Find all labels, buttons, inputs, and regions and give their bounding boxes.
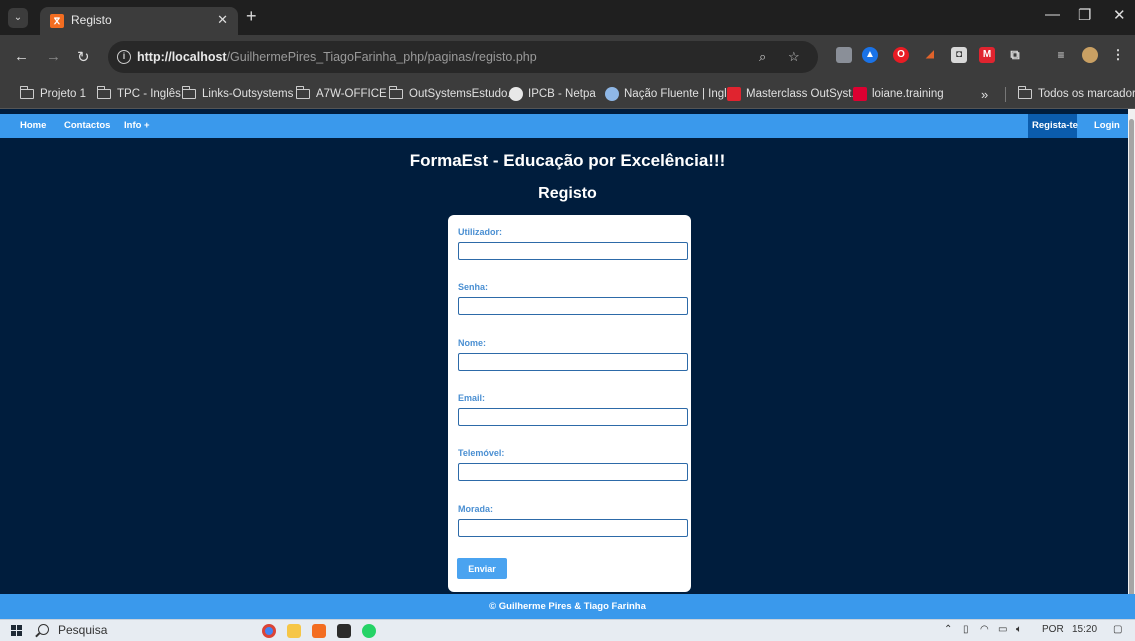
tray-chevron-icon[interactable]: ⌃ [944,624,952,635]
search-icon[interactable] [38,624,49,635]
taskbar-search[interactable]: Pesquisa [58,623,107,637]
folder-icon [1018,86,1032,99]
phone-input[interactable] [458,463,688,481]
extensions-puzzle-icon[interactable]: ⧉ [1007,47,1023,63]
folder-icon [182,86,196,99]
name-label: Nome: [458,338,487,348]
nacao-fluente-icon [605,87,619,101]
registration-form: Utilizador: Senha: Nome: Email: Telemóve… [448,215,691,592]
browser-tab-strip: ⌄ ⴳ Registo ✕ + — ❐ ✕ [0,0,1135,35]
chrome-taskbar-icon[interactable] [262,624,276,638]
bookmark-links-outsystems[interactable]: Links-Outsystems [182,86,293,102]
notifications-icon[interactable]: ▢ [1113,624,1122,635]
bookmarks-bar: Projeto 1 TPC - Inglês Links-Outsystems … [0,79,1135,109]
nav-login-link[interactable]: Login [1094,120,1120,131]
browser-toolbar: ← → ↻ i http://localhost/GuilhermePires_… [0,35,1135,79]
globe-icon [509,87,523,101]
reload-button[interactable]: ↻ [77,48,90,66]
tab-title: Registo [71,13,112,27]
zoom-icon[interactable]: ⌕ [759,49,766,65]
url-text[interactable]: http://localhost/GuilhermePires_TiagoFar… [137,50,537,64]
tab-close-icon[interactable]: ✕ [217,12,228,28]
media-control-icon[interactable]: ≡ [1053,47,1069,63]
folder-icon [20,86,34,99]
angular-icon [853,87,867,101]
new-tab-button[interactable]: + [246,6,257,27]
bookmark-star-icon[interactable]: ☆ [788,49,800,65]
bookmark-loiane-training[interactable]: loiane.training [853,86,944,102]
address-bar[interactable]: i http://localhost/GuilhermePires_TiagoF… [108,41,818,73]
back-button[interactable]: ← [14,48,29,65]
extension-feather-icon[interactable]: ◢ [922,47,938,63]
clock[interactable]: 15:20 [1072,624,1097,635]
submit-button[interactable]: Enviar [457,558,507,579]
page-heading: Registo [538,185,597,202]
battery-icon[interactable]: ▭ [998,624,1007,635]
bookmark-tpc-ingles[interactable]: TPC - Inglês [97,86,181,102]
password-label: Senha: [458,282,489,292]
address-label: Morada: [458,504,494,514]
extension-box-icon[interactable]: ◘ [951,47,967,63]
all-bookmarks-folder[interactable]: Todos os marcadores [1018,86,1135,102]
xampp-favicon-icon: ⴳ [50,14,64,28]
masterclass-icon [727,87,741,101]
profile-avatar[interactable] [1082,47,1098,63]
minimize-button[interactable]: — [1045,6,1060,23]
username-input[interactable] [458,242,688,260]
address-input[interactable] [458,519,688,537]
forward-button[interactable]: → [46,48,61,65]
extension-arrow-icon[interactable]: ▲ [862,47,878,63]
reading-list-icon[interactable] [836,47,852,63]
file-explorer-icon[interactable] [287,624,301,638]
restore-button[interactable]: ❐ [1078,6,1091,24]
volume-icon[interactable]: 🔈︎ [1016,624,1022,635]
nav-registar-link[interactable]: Regista-te [1032,120,1078,131]
terminal-taskbar-icon[interactable] [337,624,351,638]
site-title: FormaEst - Educação por Excelência!!! [409,151,726,170]
tab-search-button[interactable]: ⌄ [8,8,28,28]
close-window-button[interactable]: ✕ [1113,6,1126,24]
phone-label: Telemóvel: [458,448,505,458]
opera-extension-icon[interactable]: O [893,47,909,63]
bookmarks-divider [1005,87,1006,102]
bookmark-projeto-1[interactable]: Projeto 1 [20,86,86,102]
language-indicator[interactable]: POR [1042,624,1064,635]
nav-info-link[interactable]: Info + [124,120,150,131]
whatsapp-taskbar-icon[interactable] [362,624,376,638]
site-footer: © Guilherme Pires & Tiago Farinha [0,594,1135,619]
bookmarks-overflow-button[interactable]: » [981,86,988,102]
folder-icon [296,86,310,99]
folder-icon [97,86,111,99]
tray-app-icon[interactable]: ▯ [963,624,969,635]
extension-red-icon[interactable]: M [979,47,995,63]
browser-menu-icon[interactable]: ⋮ [1110,47,1126,63]
wifi-icon[interactable]: ◠ [980,624,989,635]
email-label: Email: [458,393,486,403]
bookmark-nacao-fluente[interactable]: Nação Fluente | Ingl... [605,86,736,102]
bookmark-masterclass[interactable]: Masterclass OutSyst... [727,86,861,102]
bookmark-ipcb-netpa[interactable]: IPCB - Netpa [509,86,596,102]
username-label: Utilizador: [458,227,502,237]
browser-tab[interactable]: ⴳ Registo ✕ [40,7,238,35]
xampp-taskbar-icon[interactable] [312,624,326,638]
email-input[interactable] [458,408,688,426]
site-info-icon[interactable]: i [117,50,131,64]
windows-start-icon[interactable] [11,625,23,637]
folder-icon [389,86,403,99]
bookmark-a7w-office[interactable]: A7W-OFFICE [296,86,387,102]
password-input[interactable] [458,297,688,315]
bookmark-outsystemsestudo[interactable]: OutSystemsEstudo... [389,86,517,102]
nav-home-link[interactable]: Home [20,120,46,131]
nav-contactos-link[interactable]: Contactos [64,120,110,131]
name-input[interactable] [458,353,688,371]
site-navbar: Home Contactos Info + Regista-te Login [0,114,1128,138]
windows-taskbar: Pesquisa ⌃ ▯ ◠ ▭ 🔈︎ POR 15:20 ▢ [0,619,1135,641]
